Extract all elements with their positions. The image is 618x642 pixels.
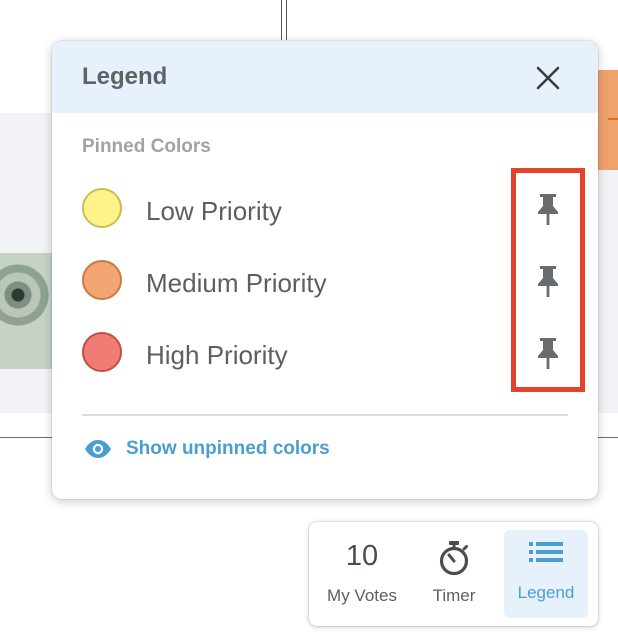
my-votes-button[interactable]: 10 My Votes — [317, 530, 407, 618]
close-button[interactable] — [534, 64, 562, 92]
timer-button[interactable]: Timer — [413, 530, 495, 618]
legend-label: Legend — [517, 583, 575, 602]
show-unpinned-colors-link[interactable]: Show unpinned colors — [84, 434, 330, 464]
legend-item-label: Low Priority — [146, 196, 282, 226]
eye-icon — [85, 440, 111, 458]
close-icon — [536, 66, 560, 90]
legend-button[interactable]: Legend — [504, 530, 588, 618]
legend-item: Medium Priority — [82, 260, 522, 306]
legend-item: High Priority — [82, 332, 522, 378]
legend-item-label: High Priority — [146, 340, 288, 370]
canvas-connector-line — [281, 0, 287, 40]
list-icon — [529, 542, 563, 562]
color-swatch — [82, 188, 122, 228]
canvas-orange-marker — [608, 118, 618, 120]
pin-column-highlight — [511, 168, 585, 392]
legend-popover: Legend Pinned Colors Low Priority Medium… — [52, 41, 598, 499]
canvas-orange-card — [598, 70, 618, 170]
color-swatch — [82, 260, 122, 300]
votes-count: 10 — [345, 540, 379, 572]
legend-title: Legend — [82, 63, 168, 90]
canvas-image-thumbnail — [0, 253, 52, 369]
timer-label: Timer — [432, 586, 476, 605]
legend-item-label: Medium Priority — [146, 268, 327, 298]
my-votes-label: My Votes — [327, 586, 397, 605]
legend-divider — [82, 414, 568, 416]
bottom-toolbar: 10 My Votes Timer Legend — [309, 522, 598, 626]
color-swatch — [82, 332, 122, 372]
pinned-colors-label: Pinned Colors — [82, 136, 211, 157]
show-unpinned-colors-label: Show unpinned colors — [126, 438, 330, 459]
timer-icon — [439, 541, 469, 576]
legend-item: Low Priority — [82, 188, 522, 234]
legend-header: Legend — [52, 41, 598, 113]
